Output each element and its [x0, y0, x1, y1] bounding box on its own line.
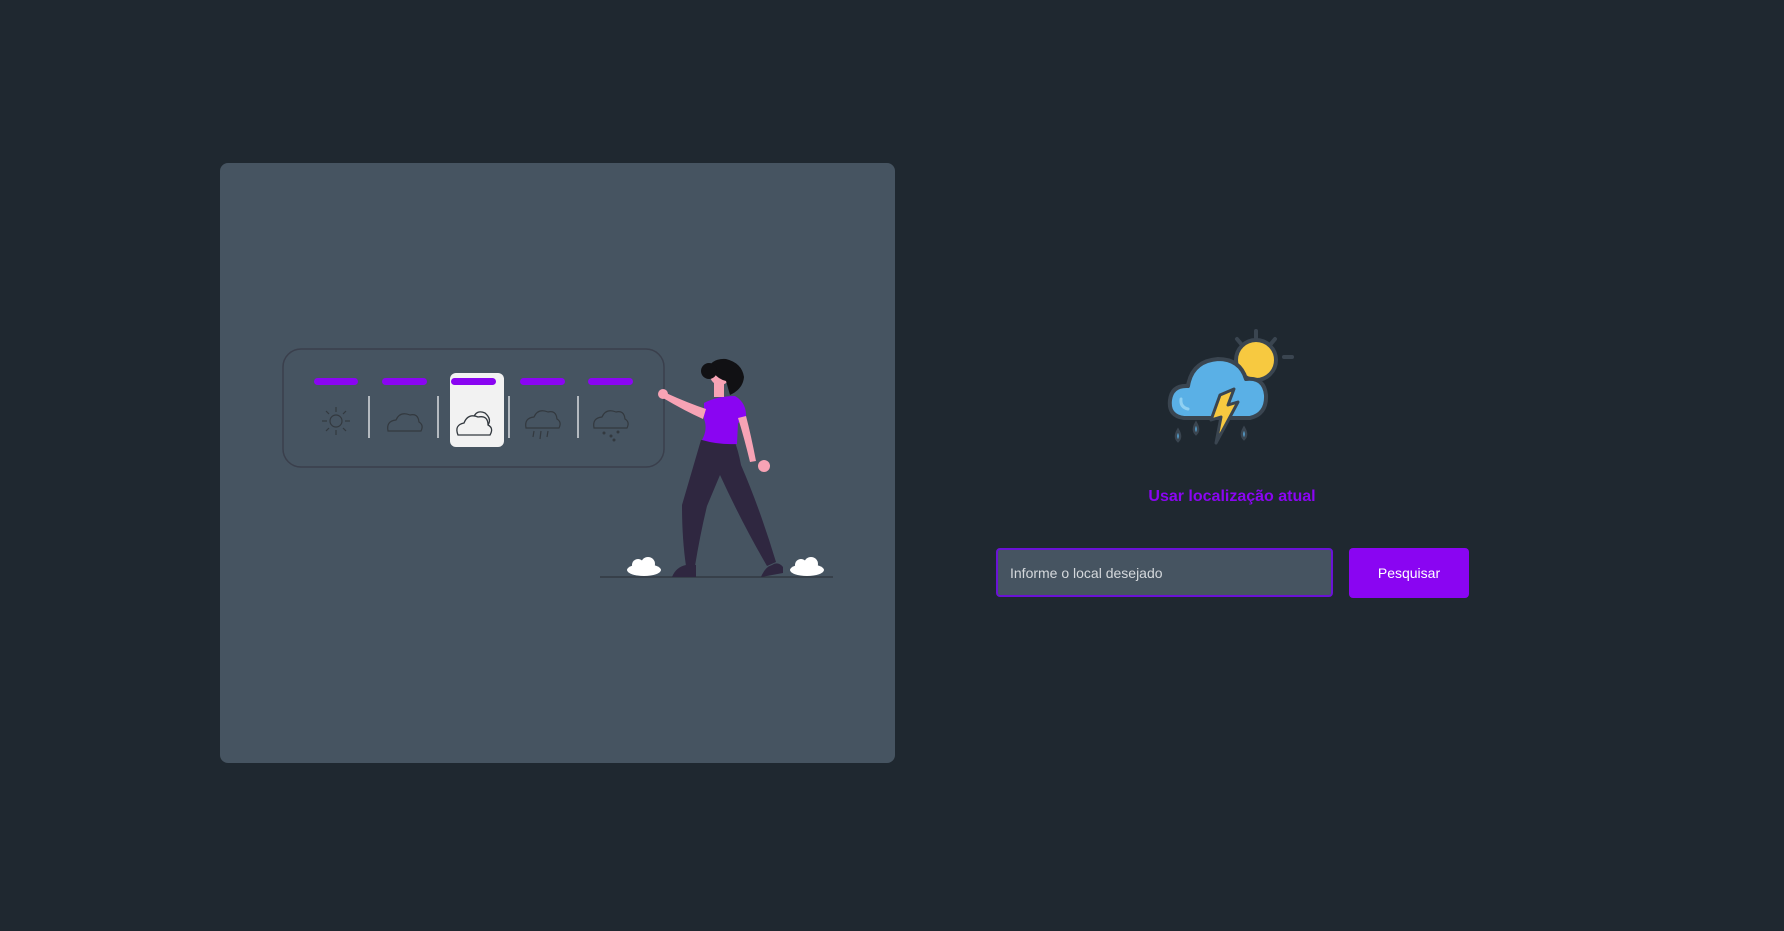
weather-illustration — [282, 348, 833, 578]
sun-bar — [314, 378, 358, 385]
cloud-bar — [382, 378, 427, 385]
search-button[interactable]: Pesquisar — [1349, 548, 1469, 598]
snow-bar — [588, 378, 633, 385]
sun-icon — [322, 407, 350, 435]
ground-plant-left — [627, 557, 661, 576]
thunderstorm-weather-icon — [1167, 329, 1294, 445]
location-search-input[interactable] — [996, 548, 1333, 597]
partly-cloudy-bar — [451, 378, 496, 385]
snow-icon — [593, 410, 629, 442]
rain-bar — [520, 378, 565, 385]
illustration-card — [220, 163, 895, 763]
ground-plant-right — [790, 557, 824, 576]
cloud-icon — [387, 413, 423, 432]
person-illustration — [658, 358, 783, 577]
weather-app-page: Usar localização atual Pesquisar — [0, 0, 1784, 931]
rain-icon — [525, 410, 561, 440]
use-current-location-link[interactable]: Usar localização atual — [1100, 488, 1364, 506]
